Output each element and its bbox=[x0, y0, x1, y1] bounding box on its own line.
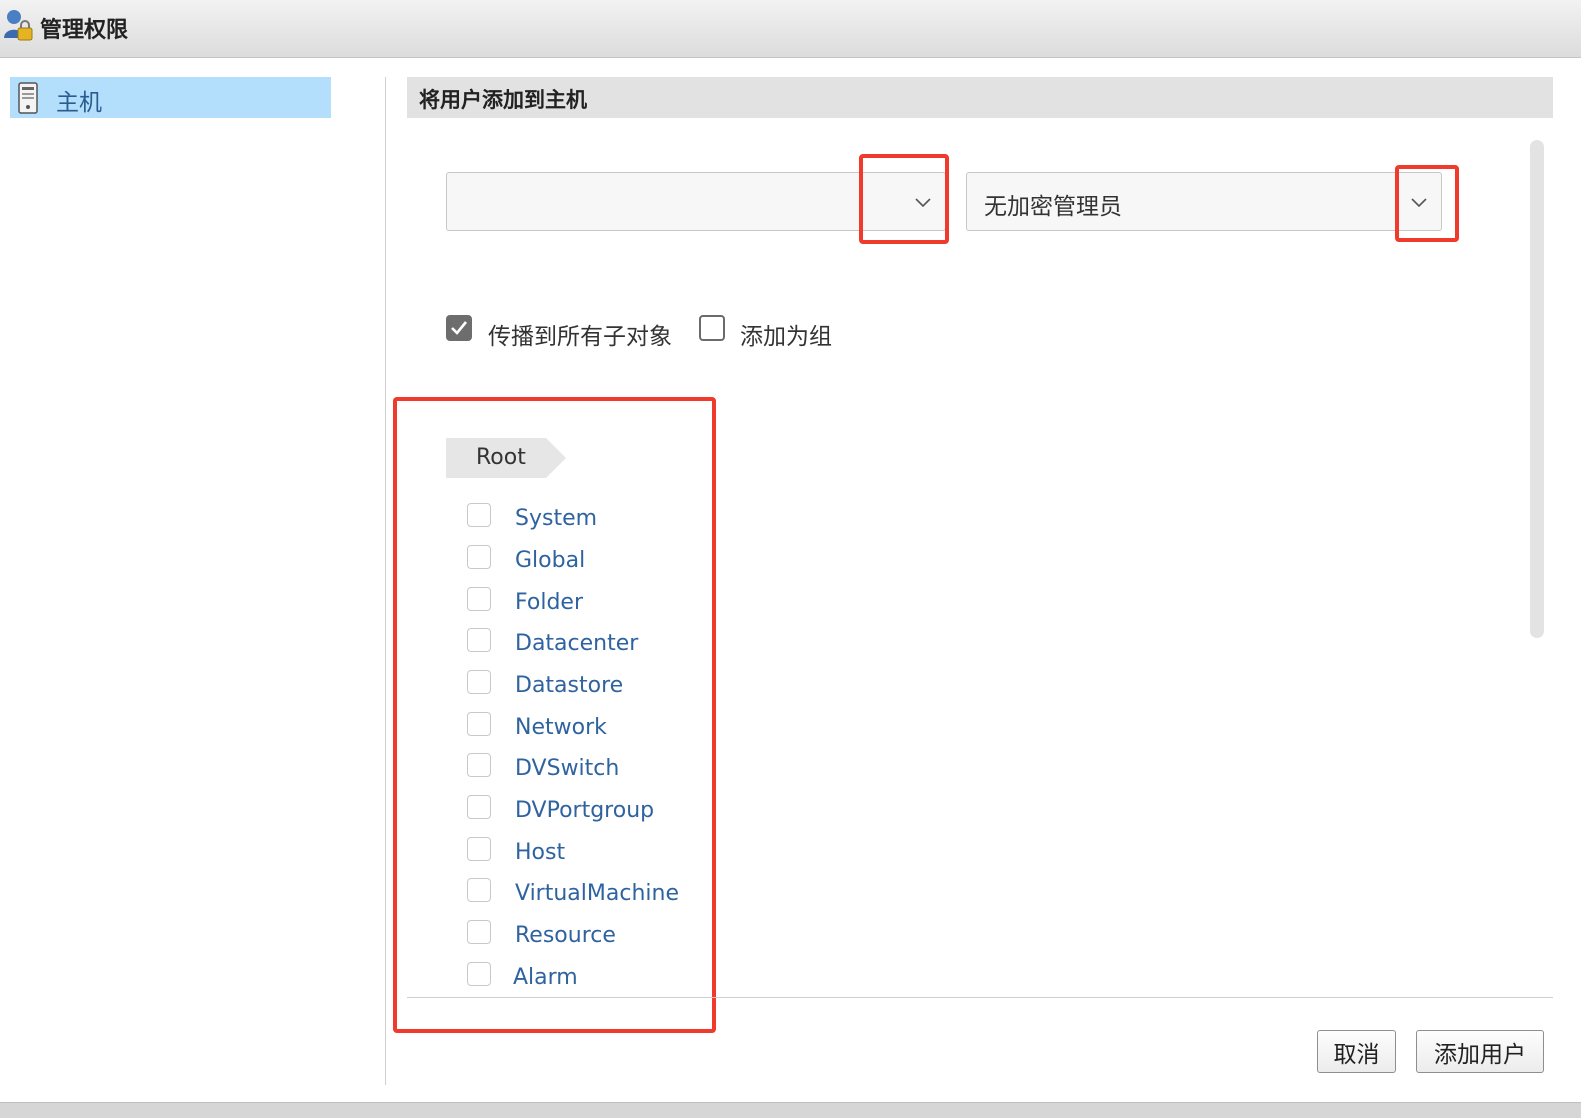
sidebar-item-label: 主机 bbox=[56, 90, 102, 116]
window-title: 管理权限 bbox=[40, 18, 129, 43]
propagate-label[interactable]: 传播到所有子对象 bbox=[488, 317, 672, 351]
privilege-checkbox-virtualmachine[interactable] bbox=[467, 878, 491, 902]
chevron-down-icon[interactable] bbox=[1408, 191, 1430, 213]
privilege-label-folder[interactable]: Folder bbox=[515, 590, 583, 615]
privilege-label-virtualmachine[interactable]: VirtualMachine bbox=[515, 881, 679, 906]
cancel-button[interactable]: 取消 bbox=[1317, 1030, 1396, 1073]
add-as-group-checkbox[interactable] bbox=[699, 315, 725, 341]
chevron-down-icon[interactable] bbox=[912, 191, 934, 213]
breadcrumb-root[interactable]: Root bbox=[446, 438, 566, 478]
privilege-checkbox-global[interactable] bbox=[467, 545, 491, 569]
privilege-label-network[interactable]: Network bbox=[515, 715, 607, 740]
privilege-label-alarm[interactable]: Alarm bbox=[513, 965, 578, 990]
title-bar: 管理权限 bbox=[0, 0, 1581, 58]
vertical-scrollbar[interactable] bbox=[1530, 140, 1544, 638]
privilege-checkbox-datastore[interactable] bbox=[467, 670, 491, 694]
footer-divider bbox=[407, 997, 1553, 998]
privilege-label-datastore[interactable]: Datastore bbox=[515, 673, 623, 698]
privilege-checkbox-network[interactable] bbox=[467, 712, 491, 736]
privilege-checkbox-datacenter[interactable] bbox=[467, 628, 491, 652]
section-title: 将用户添加到主机 bbox=[419, 88, 587, 112]
privilege-checkbox-alarm[interactable] bbox=[467, 962, 491, 986]
privilege-checkbox-dvswitch[interactable] bbox=[467, 753, 491, 777]
role-select[interactable]: 无加密管理员 bbox=[966, 172, 1442, 231]
checkmark-icon bbox=[451, 321, 468, 335]
privilege-checkbox-system[interactable] bbox=[467, 503, 491, 527]
privilege-label-resource[interactable]: Resource bbox=[515, 923, 616, 948]
status-bar bbox=[0, 1102, 1581, 1118]
privilege-checkbox-folder[interactable] bbox=[467, 587, 491, 611]
privilege-checkbox-host[interactable] bbox=[467, 837, 491, 861]
add-as-group-label[interactable]: 添加为组 bbox=[740, 317, 832, 351]
panel-divider[interactable] bbox=[385, 77, 386, 1085]
sidebar-item-host[interactable]: 主机 bbox=[10, 77, 331, 118]
privilege-label-dvswitch[interactable]: DVSwitch bbox=[515, 756, 619, 781]
user-select[interactable] bbox=[446, 172, 946, 231]
privilege-label-host[interactable]: Host bbox=[515, 840, 565, 865]
privilege-checkbox-dvportgroup[interactable] bbox=[467, 795, 491, 819]
section-header: 将用户添加到主机 bbox=[407, 77, 1553, 118]
privilege-label-datacenter[interactable]: Datacenter bbox=[515, 631, 638, 656]
host-server-icon bbox=[18, 82, 38, 114]
privilege-checkbox-resource[interactable] bbox=[467, 920, 491, 944]
user-lock-icon bbox=[4, 10, 33, 41]
add-user-button[interactable]: 添加用户 bbox=[1416, 1030, 1544, 1073]
privilege-label-global[interactable]: Global bbox=[515, 548, 585, 573]
privilege-label-system[interactable]: System bbox=[515, 506, 597, 531]
privilege-label-dvportgroup[interactable]: DVPortgroup bbox=[515, 798, 654, 823]
breadcrumb-label: Root bbox=[476, 445, 526, 470]
role-select-value: 无加密管理员 bbox=[984, 194, 1122, 220]
propagate-checkbox[interactable] bbox=[446, 315, 472, 341]
